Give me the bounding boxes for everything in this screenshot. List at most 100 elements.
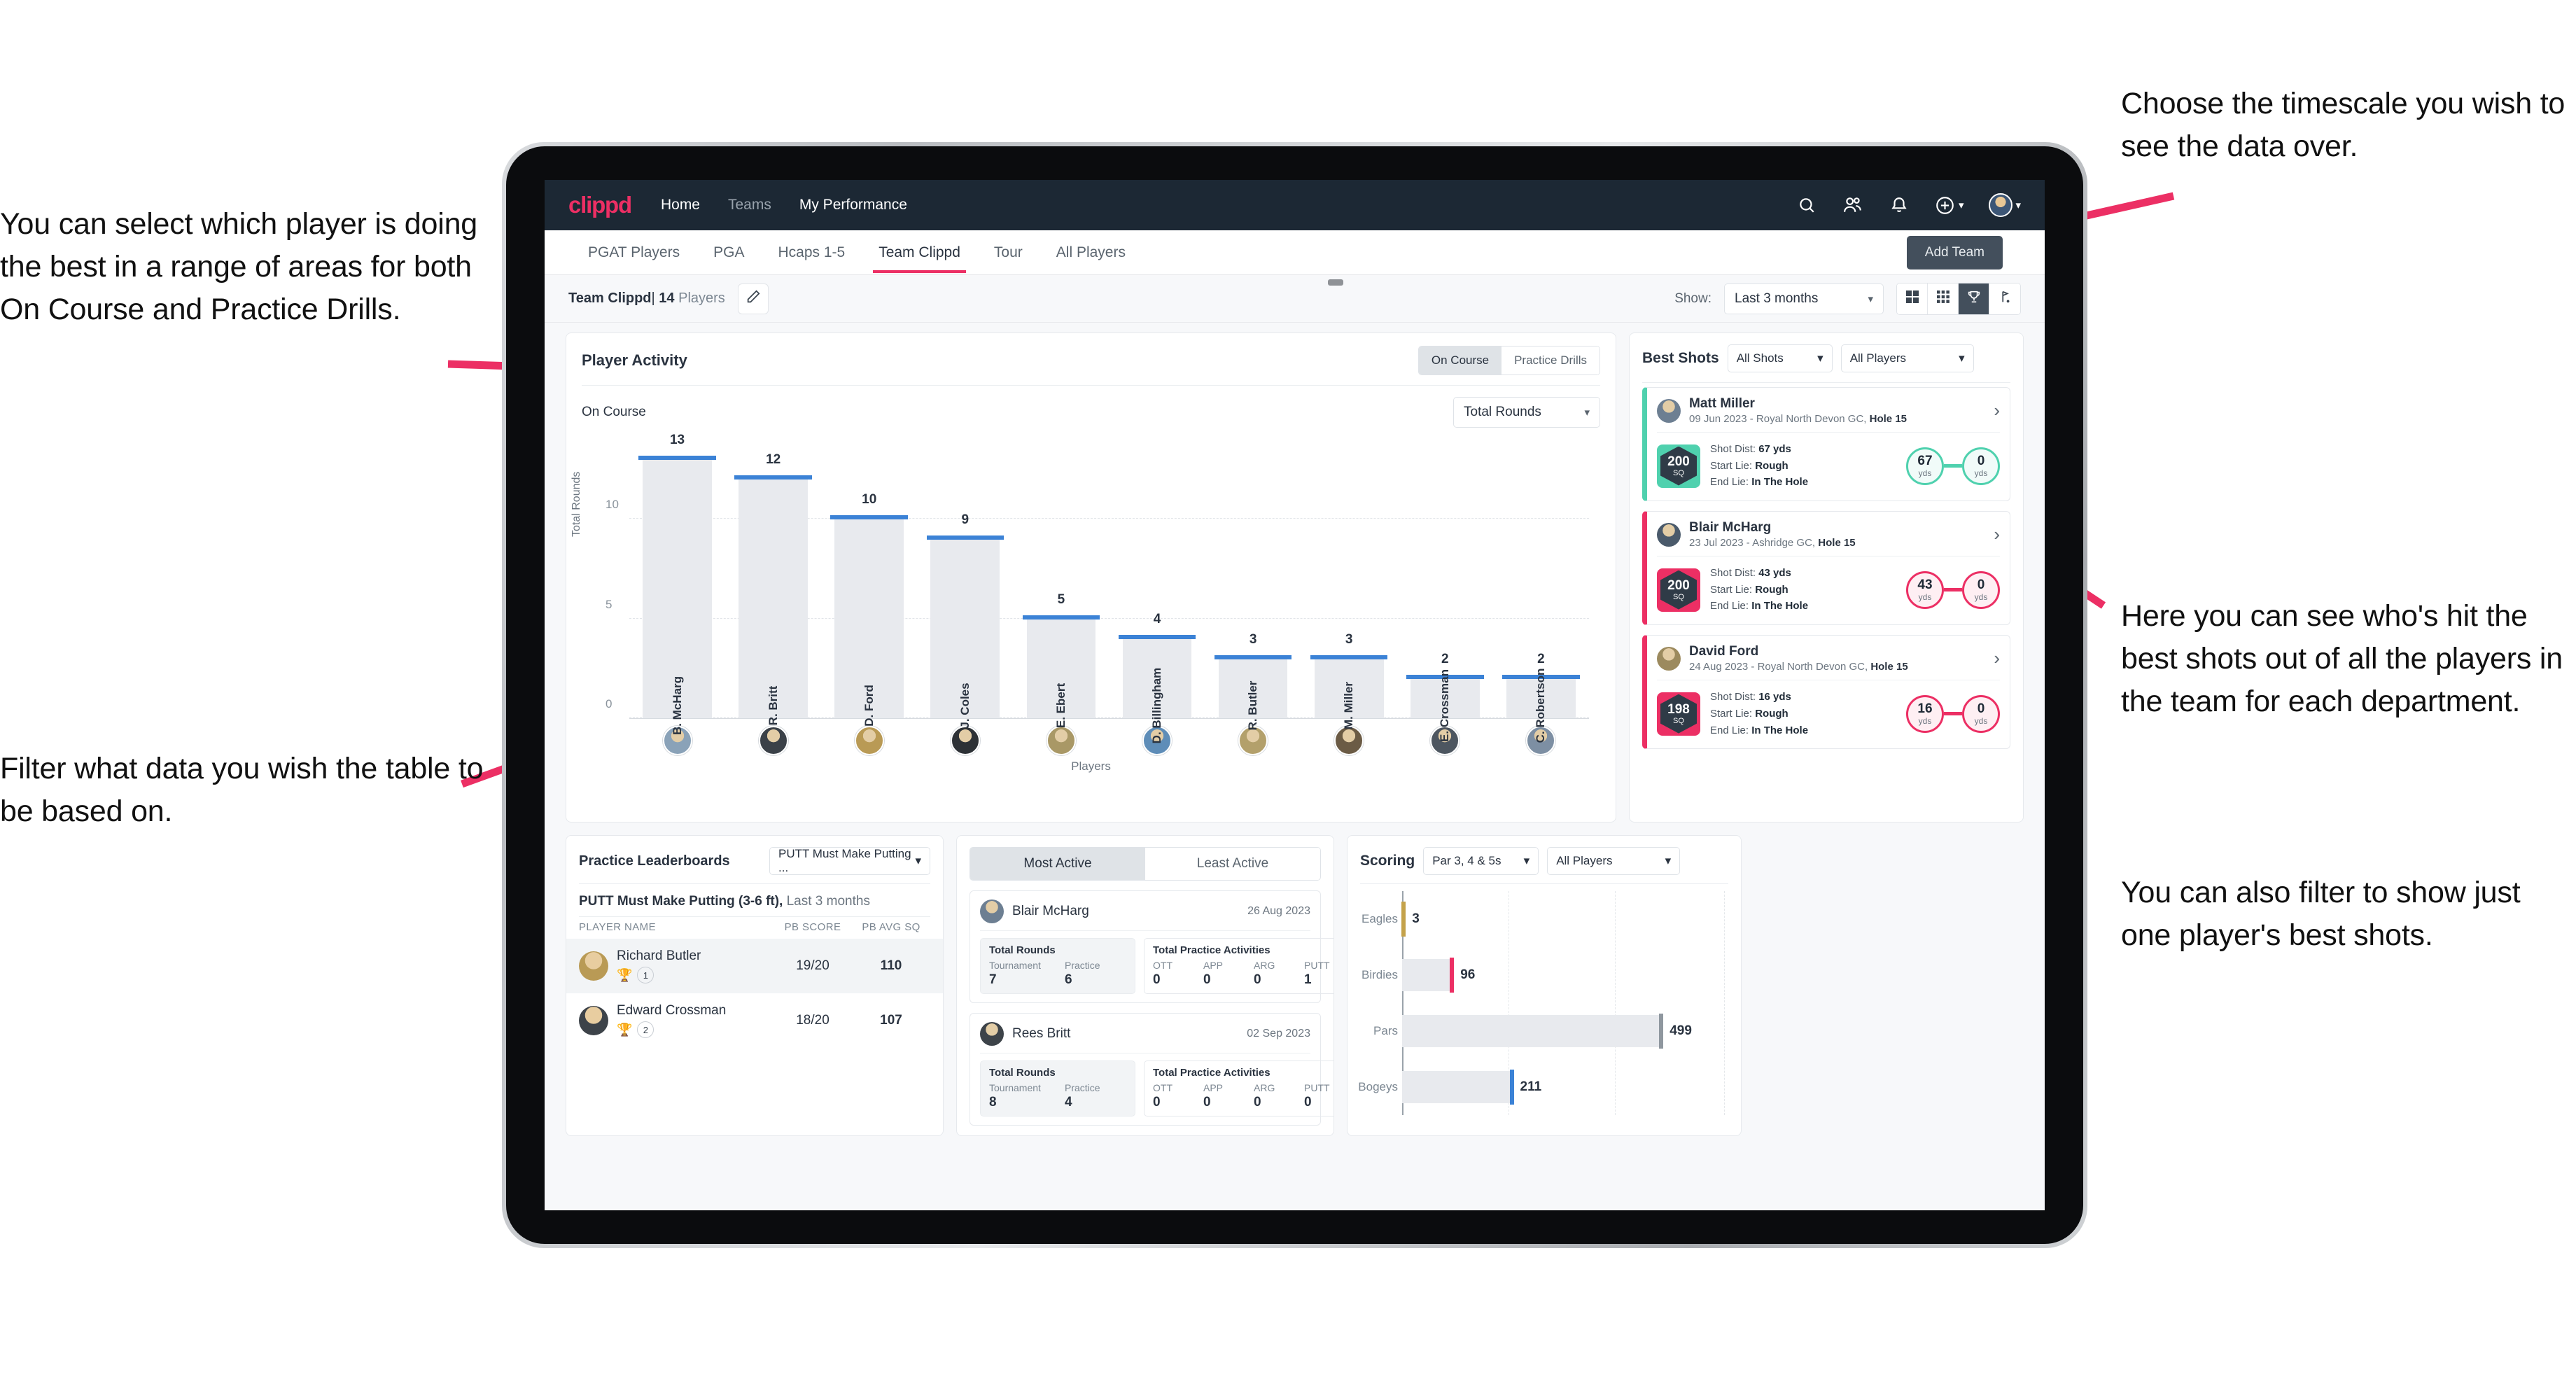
avatar[interactable] [980,899,1004,923]
best-shots-player-filter[interactable]: All Players ▾ [1840,344,1974,372]
nav-link-my-performance[interactable]: My Performance [799,197,907,214]
tab-pgat-players[interactable]: PGAT Players [587,233,681,272]
best-shot-card[interactable]: David Ford 24 Aug 2023 - Royal North Devo… [1642,635,2010,750]
player-filter-value: All Players [1849,351,1906,365]
shot-hole: Hole 15 [1818,537,1856,550]
scoring-bar-row[interactable]: Birdies 96 [1362,958,1724,993]
bar-column[interactable]: 10 D. Ford [821,439,917,727]
chevron-right-icon[interactable]: › [1994,524,2000,545]
avatar[interactable] [579,951,608,981]
avatar[interactable] [758,726,788,755]
bar[interactable]: 12 R. Britt [734,452,812,725]
bar[interactable]: 13 B. McHarg [638,433,716,735]
rank-badge: 1 [637,967,654,983]
avatar[interactable] [980,1022,1004,1046]
navbar-actions: ▾ ▾ [1796,193,2021,217]
tab-hcaps-1-5[interactable]: Hcaps 1-5 [776,233,846,272]
list-item[interactable]: Blair McHarg 26 Aug 2023 Total Rounds Tourn… [969,890,1334,1003]
distance-pair: 16 yds 0 yds [1906,694,2000,733]
tab-pga[interactable]: PGA [712,233,746,272]
avatar-cell [1013,726,1109,755]
chevron-down-icon[interactable]: ▾ [1959,199,1964,211]
table-row[interactable]: Edward Crossman 🏆 2 18/20 107 [566,993,943,1048]
chevron-down-icon[interactable]: ▾ [2015,199,2021,211]
distance-end: 0 yds [1962,447,2000,485]
tab-team-clippd[interactable]: Team Clippd [873,233,966,273]
avatar-cell [725,726,821,755]
nav-link-home[interactable]: Home [661,197,700,214]
bar[interactable]: 3 M. Miller [1310,632,1388,729]
avatar[interactable] [1334,726,1364,755]
best-shots-shot-filter[interactable]: All Shots ▾ [1727,344,1833,372]
view-grid-9-button[interactable] [1928,283,1959,314]
add-team-button[interactable]: Add Team [1906,235,2003,270]
avatar[interactable] [1657,522,1681,547]
bar-column[interactable]: 3 R. Butler [1205,439,1301,730]
shot-header: Blair McHarg 23 Jul 2023 - Ashridge GC, H… [1647,512,2010,556]
shot-header: David Ford 24 Aug 2023 - Royal North Devo… [1647,636,2010,680]
avatar[interactable] [854,726,884,755]
edit-team-button[interactable] [737,283,769,314]
bar-column[interactable]: 3 M. Miller [1301,439,1397,729]
search-icon[interactable] [1796,195,1817,216]
nav-link-teams[interactable]: Teams [728,197,771,214]
bar-column[interactable]: 12 R. Britt [725,439,821,725]
scoring-bar [1402,958,1455,993]
table-row[interactable]: Richard Butler 🏆 1 19/20 110 [566,939,943,993]
avatar[interactable] [950,726,980,755]
bar[interactable]: 5 E. Ebert [1022,592,1100,728]
player-activity-chart: Total Rounds 0 5 10 13 B. McHarg 12 R. Britt 10… [566,432,1616,822]
tab-tour[interactable]: Tour [993,233,1024,272]
drill-select[interactable]: PUTT Must Make Putting ... ▾ [769,847,930,875]
plus-circle-icon[interactable] [1935,195,1956,216]
segment-practice-drills[interactable]: Practice Drills [1502,346,1600,374]
avatar[interactable] [1046,726,1076,755]
bar[interactable]: 9 J. Coles [926,512,1004,729]
segment-on-course[interactable]: On Course [1418,346,1502,374]
scoring-bar-row[interactable]: Eagles 3 [1362,902,1724,937]
bar[interactable]: 3 R. Butler [1214,632,1292,730]
bar-column[interactable]: 2 C. Robertson [1493,439,1589,743]
shot-quality-badge: 200 SQ [1657,444,1700,488]
tab-all-players[interactable]: All Players [1055,233,1127,272]
bar-column[interactable]: 9 J. Coles [917,439,1013,729]
scoring-bar-row[interactable]: Bogeys 211 [1358,1070,1724,1105]
bell-icon[interactable] [1889,195,1910,216]
view-trophy-button[interactable] [1959,283,1989,314]
tab-most-active[interactable]: Most Active [970,848,1145,880]
practice-value: 0 [1153,972,1161,987]
avatar[interactable] [1657,646,1681,671]
metric-select[interactable]: Total Rounds ▾ [1453,397,1600,428]
tab-least-active[interactable]: Least Active [1145,848,1320,880]
chevron-right-icon[interactable]: › [1994,400,2000,421]
list-item[interactable]: Rees Britt 02 Sep 2023 Total Rounds Tournam… [969,1013,1334,1126]
distance-start: 67 yds [1906,447,1944,485]
people-icon[interactable] [1842,195,1863,216]
view-golf-flag-button[interactable] [1989,283,2020,314]
bar[interactable]: 2 E. Crossman [1406,652,1484,742]
timescale-select[interactable]: Last 3 months ▾ [1724,283,1884,314]
best-shot-card[interactable]: Matt Miller 09 Jun 2023 - Royal North Dev… [1642,387,2010,502]
chevron-right-icon[interactable]: › [1994,648,2000,669]
avatar[interactable] [1989,193,2013,217]
scoring-player-filter[interactable]: All Players ▾ [1547,847,1681,875]
bar-column[interactable]: 4 D. Billingham [1109,439,1205,743]
scoring-chart: Eagles 3 Birdies 96 Pars 499 Bogeys 211 [1348,884,1741,1115]
bar-value-label: 5 [1057,592,1065,607]
bar-column[interactable]: 2 E. Crossman [1397,439,1493,742]
practice-leaderboards-title: Practice Leaderboards [579,853,730,869]
practice-key: PUTT [1304,960,1330,971]
bar-column[interactable]: 5 E. Ebert [1013,439,1109,728]
avatar[interactable] [579,1006,608,1035]
rounds-key: Tournament [989,960,1041,971]
clippd-logo[interactable]: clippd [568,192,632,218]
bar[interactable]: 10 D. Ford [830,492,908,727]
par-filter-select[interactable]: Par 3, 4 & 5s ▾ [1423,847,1539,875]
view-grid-4-button[interactable] [1897,283,1928,314]
bar[interactable]: 4 D. Billingham [1118,612,1196,743]
best-shot-card[interactable]: Blair McHarg 23 Jul 2023 - Ashridge GC, H… [1642,511,2010,626]
bar[interactable]: 2 C. Robertson [1502,652,1580,743]
scoring-bar-row[interactable]: Pars 499 [1373,1014,1724,1049]
bar-column[interactable]: 13 B. McHarg [629,433,725,735]
avatar[interactable] [1657,398,1681,423]
